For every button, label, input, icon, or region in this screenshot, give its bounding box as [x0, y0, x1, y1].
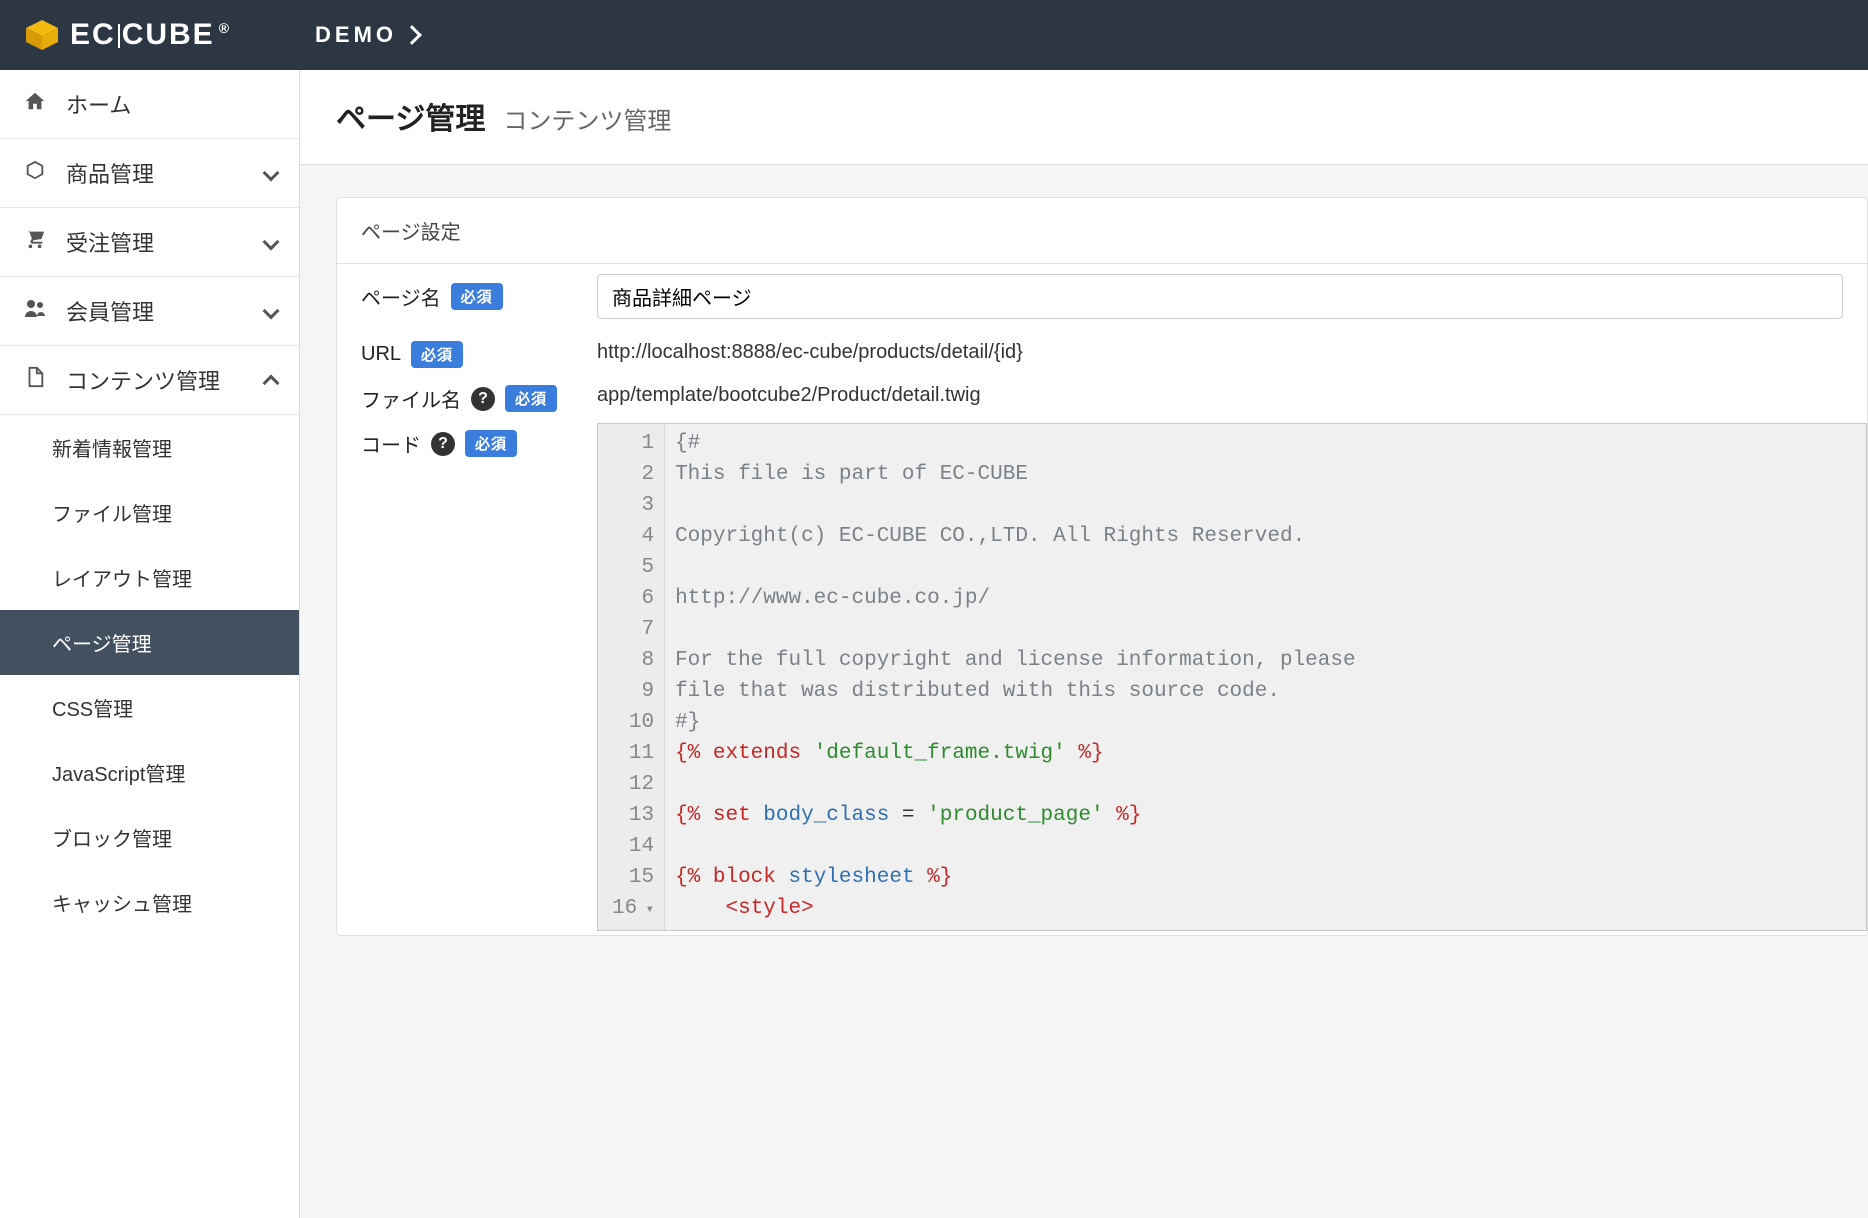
- required-badge: 必須: [465, 430, 517, 457]
- chevron-down-icon: [263, 165, 280, 182]
- required-badge: 必須: [451, 283, 503, 310]
- code-lines[interactable]: {#This file is part of EC-CUBECopyright(…: [665, 424, 1866, 930]
- sidebar-item-content[interactable]: コンテンツ管理: [0, 346, 299, 415]
- url-value: http://localhost:8888/ec-cube/products/d…: [597, 333, 1843, 364]
- sidebar-item-home[interactable]: ホーム: [0, 70, 299, 139]
- topbar: ECCUBE® DEMO: [0, 0, 1868, 70]
- sidebar-item-label: 受注管理: [66, 226, 154, 258]
- file-icon: [22, 366, 48, 394]
- required-badge: 必須: [411, 341, 463, 368]
- sidebar-item-label: ホーム: [66, 88, 131, 120]
- logo[interactable]: ECCUBE®: [24, 18, 231, 52]
- file-name-value: app/template/bootcube2/Product/detail.tw…: [597, 376, 1843, 407]
- demo-label: DEMO: [315, 22, 397, 48]
- row-code: コード ? 必須 12345678910111213141516 {#This …: [337, 417, 1867, 935]
- sidebar-item-orders[interactable]: 受注管理: [0, 208, 299, 277]
- home-icon: [22, 90, 48, 118]
- sidebar-sub-page[interactable]: ページ管理: [0, 610, 299, 675]
- logo-text: ECCUBE®: [70, 18, 231, 52]
- label-file-name: ファイル名: [361, 384, 461, 413]
- chevron-up-icon: [263, 375, 280, 392]
- sidebar-sub-layout[interactable]: レイアウト管理: [0, 545, 299, 610]
- label-page-name: ページ名: [361, 282, 441, 311]
- main: ページ管理 コンテンツ管理 ページ設定 ページ名 必須 URL: [300, 70, 1868, 1218]
- sidebar-item-label: 会員管理: [66, 295, 154, 327]
- chevron-down-icon: [263, 234, 280, 251]
- sidebar: ホーム 商品管理 受注管理 会員管理: [0, 70, 300, 1218]
- users-icon: [22, 297, 48, 325]
- page-subtitle: コンテンツ管理: [503, 101, 671, 136]
- help-icon[interactable]: ?: [431, 432, 455, 456]
- sidebar-sub-block[interactable]: ブロック管理: [0, 805, 299, 870]
- row-file-name: ファイル名 ? 必須 app/template/bootcube2/Produc…: [337, 372, 1867, 417]
- sidebar-item-products[interactable]: 商品管理: [0, 139, 299, 208]
- sidebar-item-members[interactable]: 会員管理: [0, 277, 299, 346]
- page-name-input[interactable]: [597, 274, 1843, 319]
- chevron-down-icon: [263, 303, 280, 320]
- code-editor[interactable]: 12345678910111213141516 {#This file is p…: [597, 423, 1867, 931]
- cart-icon: [22, 228, 48, 256]
- cube-icon: [22, 159, 48, 187]
- page-title: ページ管理: [336, 94, 485, 138]
- demo-button[interactable]: DEMO: [315, 22, 419, 48]
- sidebar-sub-news[interactable]: 新着情報管理: [0, 415, 299, 480]
- sidebar-item-label: コンテンツ管理: [66, 364, 220, 396]
- page-header: ページ管理 コンテンツ管理: [300, 70, 1868, 165]
- label-url: URL: [361, 343, 401, 366]
- sidebar-sub-cache[interactable]: キャッシュ管理: [0, 870, 299, 935]
- sidebar-sub-css[interactable]: CSS管理: [0, 675, 299, 740]
- sidebar-sub-file[interactable]: ファイル管理: [0, 480, 299, 545]
- row-page-name: ページ名 必須: [337, 264, 1867, 323]
- page-settings-card: ページ設定 ページ名 必須 URL 必須: [336, 197, 1868, 936]
- label-code: コード: [361, 429, 421, 458]
- help-icon[interactable]: ?: [471, 387, 495, 411]
- required-badge: 必須: [505, 385, 557, 412]
- chevron-right-icon: [402, 25, 422, 45]
- sidebar-sub-js[interactable]: JavaScript管理: [0, 740, 299, 805]
- card-title: ページ設定: [337, 198, 1867, 264]
- code-gutter: 12345678910111213141516: [598, 424, 665, 930]
- row-url: URL 必須 http://localhost:8888/ec-cube/pro…: [337, 323, 1867, 372]
- logo-cube-icon: [24, 20, 60, 50]
- sidebar-item-label: 商品管理: [66, 157, 154, 189]
